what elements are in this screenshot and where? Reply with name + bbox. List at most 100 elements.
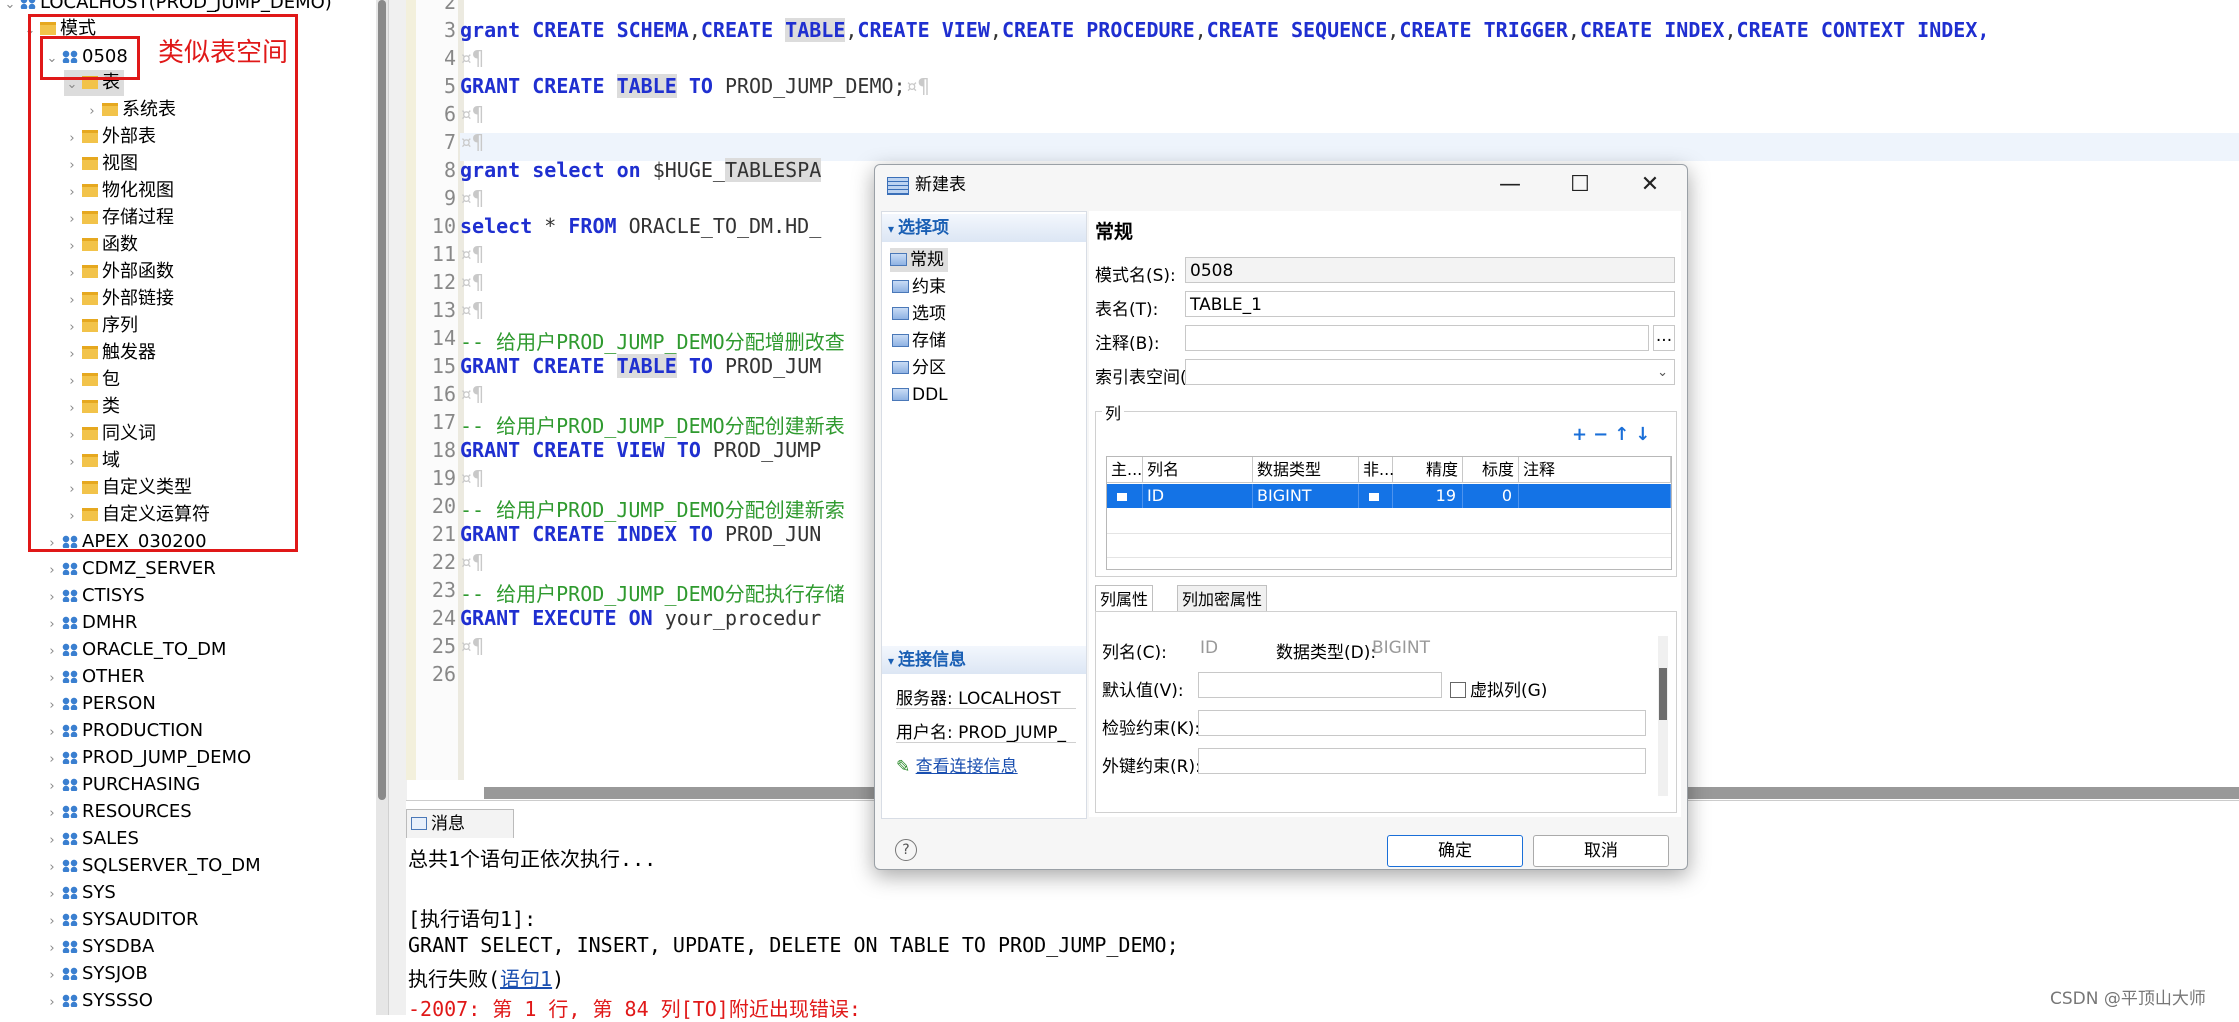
- move-down-icon[interactable]: ↓: [1635, 424, 1656, 445]
- prop-scrollbar-thumb[interactable]: [1659, 668, 1667, 720]
- tree-schema[interactable]: › CDMZ_SERVER: [44, 556, 215, 582]
- index-tablespace-select[interactable]: ⌄: [1185, 359, 1675, 385]
- col-header[interactable]: 注释: [1519, 457, 1671, 483]
- add-column-icon[interactable]: +: [1572, 424, 1593, 445]
- tree-schema[interactable]: › PURCHASING: [44, 772, 200, 798]
- tree-schema[interactable]: › PROD_JUMP_DEMO: [44, 745, 251, 771]
- tree-schema[interactable]: › CTISYS: [44, 583, 144, 609]
- schema-icon: [62, 616, 78, 629]
- schema-icon: [62, 670, 78, 683]
- tree-schema[interactable]: › SYSSSO: [44, 988, 152, 1014]
- row-column-name[interactable]: ID: [1143, 484, 1253, 508]
- nav-icon: [890, 253, 907, 266]
- prop-default-input[interactable]: [1198, 672, 1442, 698]
- col-header[interactable]: 列名: [1143, 457, 1253, 483]
- chevron-down-icon: ⌄: [1657, 365, 1668, 380]
- schema-name-label: 模式名(S):: [1095, 266, 1176, 286]
- notnull-checkbox[interactable]: [1359, 484, 1393, 508]
- tree-schema[interactable]: › SALES: [44, 826, 139, 852]
- line-number: 9: [443, 186, 456, 210]
- current-line-highlight: [460, 133, 2239, 161]
- tab-column-properties[interactable]: 列属性: [1095, 585, 1154, 614]
- line-number: 6: [443, 102, 456, 126]
- col-header[interactable]: 数据类型: [1253, 457, 1359, 483]
- schema-icon: [62, 751, 78, 764]
- code-line-8: grant select on $HUGE_TABLESPA: [460, 158, 822, 182]
- code-line-9: ¤¶: [460, 186, 485, 210]
- line-number: 23: [431, 578, 456, 602]
- tree-schema[interactable]: › SYS: [44, 880, 115, 906]
- move-up-icon[interactable]: ↑: [1614, 424, 1635, 445]
- nav-item-partition[interactable]: 分区: [892, 356, 946, 380]
- prop-colname-value: ID: [1200, 638, 1219, 658]
- nav-item-storage[interactable]: 存储: [892, 329, 946, 353]
- messages-tab[interactable]: 消息: [406, 809, 514, 838]
- row-data-type[interactable]: BIGINT: [1253, 484, 1359, 508]
- cancel-button[interactable]: 取消: [1533, 835, 1669, 867]
- nav-item-options[interactable]: 选项: [892, 302, 946, 326]
- col-header[interactable]: 主...: [1107, 457, 1143, 483]
- close-button[interactable]: ✕: [1615, 165, 1685, 205]
- prop-fk-input[interactable]: [1198, 748, 1646, 774]
- tree-schema[interactable]: › SQLSERVER_TO_DM: [44, 853, 260, 879]
- code-line-10: select * FROM ORACLE_TO_DM.HD_: [460, 214, 822, 238]
- line-number: 17: [431, 410, 456, 434]
- nav-section-header[interactable]: ▾ 选择项: [882, 214, 1086, 242]
- ok-button[interactable]: 确定: [1387, 835, 1523, 867]
- schema-icon: [62, 724, 78, 737]
- remove-column-icon[interactable]: −: [1593, 424, 1614, 445]
- tab-column-encryption[interactable]: 列加密属性: [1177, 585, 1268, 614]
- table-name-input[interactable]: TABLE_1: [1185, 291, 1675, 317]
- tree-schema[interactable]: › ORACLE_TO_DM: [44, 637, 226, 663]
- tree-scrollbar-thumb[interactable]: [378, 0, 386, 800]
- code-line-5: GRANT CREATE TABLE TO PROD_JUMP_DEMO;¤¶: [460, 74, 930, 98]
- tree-schema[interactable]: › SYSDBA: [44, 934, 154, 960]
- virtual-column-checkbox[interactable]: 虚拟列(G): [1450, 676, 1547, 701]
- maximize-button[interactable]: ☐: [1545, 165, 1615, 205]
- schema-icon: [62, 967, 78, 980]
- row-comment[interactable]: [1519, 484, 1671, 508]
- tree-schema[interactable]: › DMHR: [44, 610, 137, 636]
- code-line-23: -- 给用户PROD_JUMP_DEMO分配执行存储: [460, 582, 845, 606]
- line-number: 22: [431, 550, 456, 574]
- conn-section-header[interactable]: ▾ 连接信息: [882, 646, 1086, 674]
- tree-schema[interactable]: › SYSAUDITOR: [44, 907, 198, 933]
- nav-item-general[interactable]: 常规: [890, 248, 948, 272]
- nav-item-ddl[interactable]: DDL: [892, 383, 948, 407]
- statement-link[interactable]: 语句1: [500, 967, 552, 991]
- collapse-icon: ▾: [888, 654, 895, 668]
- schema-name-field[interactable]: 0508: [1185, 257, 1675, 283]
- code-line-6: ¤¶: [460, 102, 485, 126]
- row-precision[interactable]: 19: [1393, 484, 1463, 508]
- code-line-15: GRANT CREATE TABLE TO PROD_JUM: [460, 354, 822, 378]
- code-line-12: ¤¶: [460, 270, 485, 294]
- tree-schema[interactable]: › SYSJOB: [44, 961, 147, 987]
- row-scale[interactable]: 0: [1463, 484, 1519, 508]
- column-toolbar: +−↑↓: [1572, 424, 1656, 445]
- dialog-titlebar[interactable]: 新建表 — ☐ ✕: [875, 165, 1687, 205]
- comment-more-button[interactable]: ...: [1653, 325, 1675, 351]
- tree-schema[interactable]: › PRODUCTION: [44, 718, 203, 744]
- nav-item-constraints[interactable]: 约束: [892, 275, 946, 299]
- annotation-box-small: [40, 36, 140, 80]
- help-icon[interactable]: ?: [895, 839, 917, 861]
- pk-checkbox[interactable]: [1107, 484, 1143, 508]
- splitter[interactable]: [388, 0, 407, 1015]
- comment-input[interactable]: [1185, 325, 1649, 351]
- minimize-button[interactable]: —: [1475, 165, 1545, 205]
- tree-schema[interactable]: › RESOURCES: [44, 799, 191, 825]
- prop-check-input[interactable]: [1198, 710, 1646, 736]
- message-line: 总共1个语句正依次执行...: [408, 847, 657, 871]
- prop-check-label: 检验约束(K):: [1102, 719, 1201, 739]
- col-header[interactable]: 标度: [1463, 457, 1519, 483]
- nav-icon: [892, 334, 909, 347]
- annotation-label: 类似表空间: [158, 38, 289, 68]
- view-conn-link[interactable]: ✎ 查看连接信息: [896, 752, 1018, 777]
- col-header[interactable]: 精度: [1393, 457, 1463, 483]
- message-fail-line: 执行失败(语句1): [408, 967, 565, 991]
- tree-schema[interactable]: › OTHER: [44, 664, 144, 690]
- line-number: 7: [443, 130, 456, 154]
- tree-schema[interactable]: › PERSON: [44, 691, 155, 717]
- new-table-dialog: 新建表 — ☐ ✕ ▾ 选择项 常规 约束 选项 存储 分区 DDL ▾ 连接信息 …: [874, 164, 1688, 870]
- col-header[interactable]: 非...: [1359, 457, 1394, 483]
